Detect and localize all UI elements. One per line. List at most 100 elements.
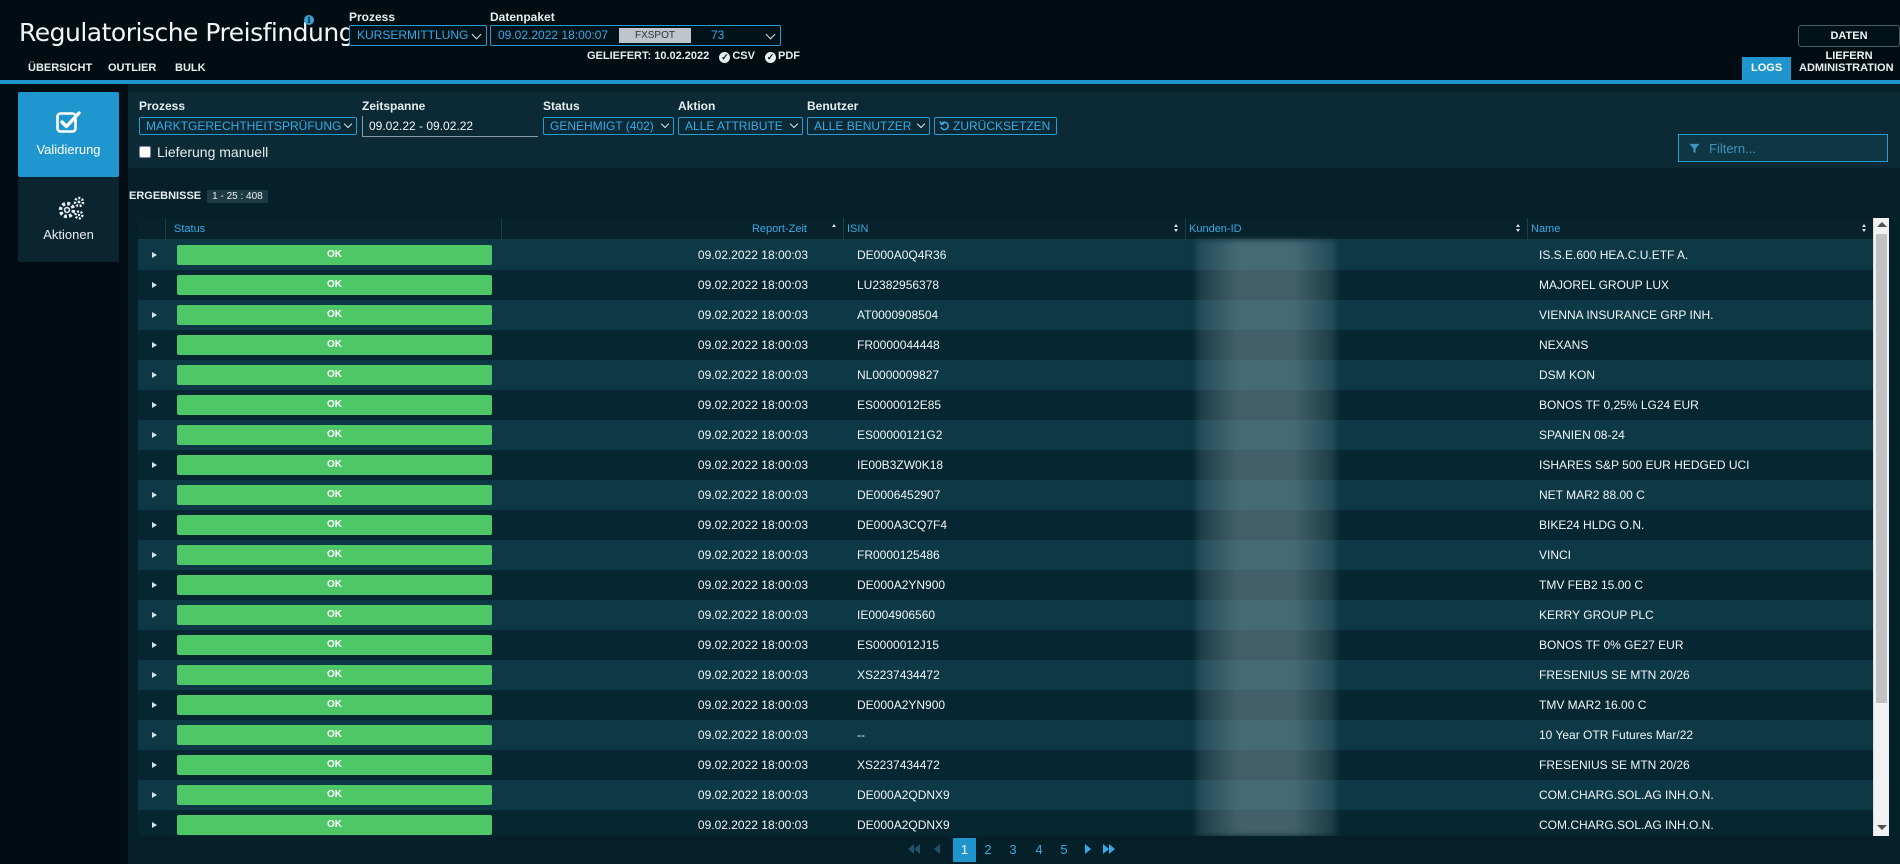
filter-benutzer-select[interactable]: ALLE BENUTZER [807, 117, 930, 135]
table-row[interactable]: OK 09.02.2022 18:00:03 DE000A2QDNX9 COM.CHA… [138, 780, 1873, 810]
filter-status-select[interactable]: GENEHMIGT (402) [543, 117, 674, 135]
col-name-label: Name [1531, 223, 1561, 235]
expand-row-icon[interactable] [152, 672, 157, 678]
lieferung-manuell-checkbox[interactable] [139, 146, 151, 158]
daten-liefern-button[interactable]: DATEN LIEFERN [1798, 25, 1900, 62]
table-row[interactable]: OK 09.02.2022 18:00:03 DE000A2QDNX9 COM.CHA… [138, 810, 1873, 836]
check-square-icon [56, 111, 81, 133]
scroll-up-arrow-icon[interactable] [1877, 222, 1887, 227]
table-row[interactable]: OK 09.02.2022 18:00:03 XS2237434472 FRESENI… [138, 660, 1873, 690]
expand-row-icon[interactable] [152, 462, 157, 468]
nav-bulk-approval[interactable]: BULK APPROVAL [175, 57, 235, 97]
results-count-badge: 1 - 25 : 408 [207, 190, 268, 203]
csv-label: CSV [732, 50, 755, 62]
table-row[interactable]: OK 09.02.2022 18:00:03 LU2382956378 MAJOREL… [138, 270, 1873, 300]
expand-row-icon[interactable] [152, 522, 157, 528]
expand-row-icon[interactable] [152, 792, 157, 798]
table-row[interactable]: OK 09.02.2022 18:00:03 ES0000012E85 BONOS T… [138, 390, 1873, 420]
name-cell: MAJOREL GROUP LUX [1539, 278, 1670, 292]
scroll-down-arrow-icon[interactable] [1877, 825, 1887, 830]
expand-row-icon[interactable] [152, 732, 157, 738]
table-row[interactable]: OK 09.02.2022 18:00:03 DE000A2YN900 TMV FEB… [138, 570, 1873, 600]
expand-row-icon[interactable] [152, 612, 157, 618]
expand-row-icon[interactable] [152, 342, 157, 348]
table-scrollbar[interactable] [1873, 218, 1889, 836]
chevron-down-icon [765, 29, 776, 40]
status-badge: OK [177, 275, 492, 295]
table-row[interactable]: OK 09.02.2022 18:00:03 ES00000121G2 SPANIEN… [138, 420, 1873, 450]
table-row[interactable]: OK 09.02.2022 18:00:03 NL0000009827 DSM KON [138, 360, 1873, 390]
expand-row-icon[interactable] [152, 282, 157, 288]
sort-icon [1862, 224, 1867, 233]
table-row[interactable]: OK 09.02.2022 18:00:03 IE0004906560 KERRY G… [138, 600, 1873, 630]
status-badge: OK [177, 485, 492, 505]
table-row[interactable]: OK 09.02.2022 18:00:03 DE000A3CQ7F4 BIKE24 … [138, 510, 1873, 540]
filter-aktion-label: Aktion [678, 99, 716, 113]
page-1[interactable]: 1 [953, 838, 976, 862]
table-row[interactable]: OK 09.02.2022 18:00:03 DE000A0Q4R36 IS.S.E.… [138, 240, 1873, 270]
page-3[interactable]: 3 [1006, 838, 1020, 862]
prozess-label: Prozess [349, 10, 396, 24]
table-row[interactable]: OK 09.02.2022 18:00:03 -- 10 Year OTR Futur… [138, 720, 1873, 750]
next-page-icon[interactable] [1082, 838, 1092, 862]
filter-prozess-select[interactable]: MARKTGERECHTHEITSPRÜFUNG [139, 117, 357, 135]
col-isin-label: ISIN [847, 223, 869, 235]
expand-row-icon[interactable] [152, 822, 157, 828]
col-header-kunden-id[interactable]: Kunden-ID [1186, 218, 1528, 240]
page-2[interactable]: 2 [981, 838, 995, 862]
first-page-icon[interactable] [905, 838, 923, 862]
filter-aktion-select[interactable]: ALLE ATTRIBUTE [678, 117, 803, 135]
expand-row-icon[interactable] [152, 582, 157, 588]
expand-row-icon[interactable] [152, 552, 157, 558]
table-row[interactable]: OK 09.02.2022 18:00:03 ES0000012J15 BONOS T… [138, 630, 1873, 660]
prev-page-icon[interactable] [932, 838, 942, 862]
page-5[interactable]: 5 [1057, 838, 1071, 862]
csv-download-link[interactable]: ✓ CSV [712, 50, 755, 63]
expand-row-icon[interactable] [152, 312, 157, 318]
filter-benutzer-label: Benutzer [807, 99, 859, 113]
check-circle-icon: ✓ [719, 52, 731, 63]
sidebar-item-aktionen[interactable]: Aktionen [18, 177, 119, 262]
report-zeit-cell: 09.02.2022 18:00:03 [697, 788, 808, 802]
col-header-name[interactable]: Name [1528, 218, 1873, 240]
expand-row-icon[interactable] [152, 762, 157, 768]
col-header-report-zeit[interactable]: Report-Zeit [502, 218, 844, 240]
scroll-thumb[interactable] [1876, 234, 1887, 703]
isin-cell: ES0000012J15 [857, 638, 940, 652]
page-4[interactable]: 4 [1032, 838, 1046, 862]
report-zeit-cell: 09.02.2022 18:00:03 [697, 278, 808, 292]
filter-search-input[interactable] [1678, 134, 1888, 162]
table-row[interactable]: OK 09.02.2022 18:00:03 AT0000908504 VIENNA … [138, 300, 1873, 330]
info-icon[interactable]: i [304, 15, 314, 25]
pdf-download-link[interactable]: ✓ PDF [758, 50, 800, 63]
filter-zeitspanne-input[interactable] [362, 116, 538, 137]
sidebar-item-validierung[interactable]: Validierung [18, 92, 119, 177]
last-page-icon[interactable] [1101, 838, 1117, 862]
report-zeit-cell: 09.02.2022 18:00:03 [697, 638, 808, 652]
col-header-isin[interactable]: ISIN [844, 218, 1186, 240]
table-row[interactable]: OK 09.02.2022 18:00:03 DE0006452907 NET MAR… [138, 480, 1873, 510]
expand-row-icon[interactable] [152, 372, 157, 378]
expand-row-icon[interactable] [152, 402, 157, 408]
datenpaket-select[interactable]: 09.02.2022 18:00:07 FXSPOT 73 [490, 25, 781, 46]
undo-icon [939, 121, 949, 131]
expand-row-icon[interactable] [152, 642, 157, 648]
expand-row-icon[interactable] [152, 492, 157, 498]
table-row[interactable]: OK 09.02.2022 18:00:03 XS2237434472 FRESENI… [138, 750, 1873, 780]
table-row[interactable]: OK 09.02.2022 18:00:03 FR0000044448 NEXANS [138, 330, 1873, 360]
nav-outlier[interactable]: OUTLIER [108, 57, 156, 80]
reset-button[interactable]: ZURÜCKSETZEN [934, 117, 1058, 135]
chevron-down-icon [471, 29, 482, 40]
expand-row-icon[interactable] [152, 702, 157, 708]
prozess-select[interactable]: KURSERMITTLUNG [349, 25, 487, 46]
nav-administration[interactable]: ADMINISTRATION [1799, 57, 1894, 80]
table-row[interactable]: OK 09.02.2022 18:00:03 DE000A2YN900 TMV MAR… [138, 690, 1873, 720]
table-row[interactable]: OK 09.02.2022 18:00:03 FR0000125486 VINCI [138, 540, 1873, 570]
isin-cell: IE00B3ZW0K18 [857, 458, 944, 472]
col-header-status[interactable]: Status [166, 218, 502, 240]
table-row[interactable]: OK 09.02.2022 18:00:03 IE00B3ZW0K18 ISHARES… [138, 450, 1873, 480]
nav-logs[interactable]: LOGS [1742, 57, 1792, 80]
expand-row-icon[interactable] [152, 252, 157, 258]
expand-row-icon[interactable] [152, 432, 157, 438]
nav-uebersicht[interactable]: ÜBERSICHT [28, 57, 92, 80]
